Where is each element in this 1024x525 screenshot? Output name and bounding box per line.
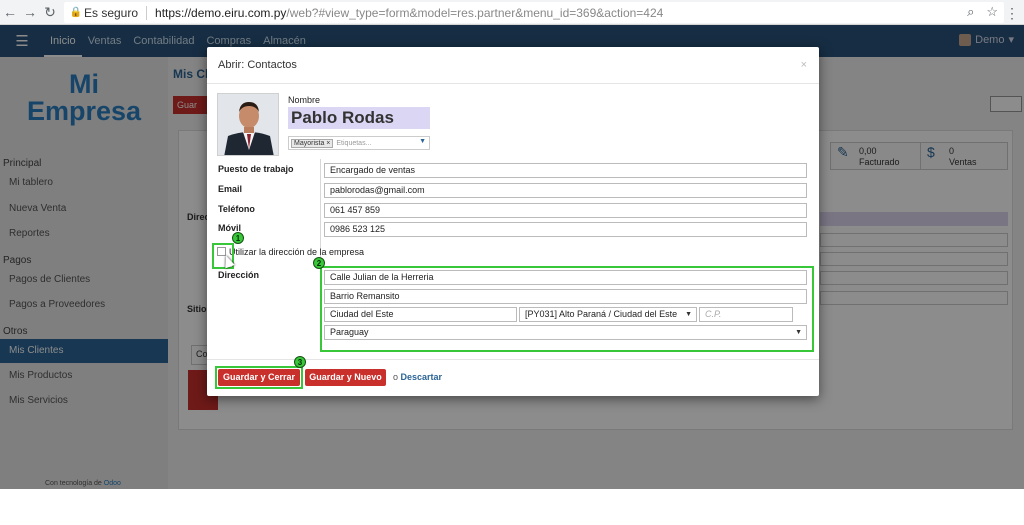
annotation-box-3: [215, 366, 303, 389]
dialog-title: Abrir: Contactos: [218, 59, 297, 71]
caret-down-icon: ▼: [685, 311, 692, 318]
reload-icon[interactable]: ↻: [40, 2, 60, 22]
name-label: Nombre: [288, 95, 321, 105]
caret-down-icon[interactable]: ▼: [419, 138, 426, 145]
name-input[interactable]: Pablo Rodas: [288, 107, 430, 129]
url-host: https://demo.eiru.com.py: [155, 5, 287, 20]
lock-icon: 🔒: [69, 7, 83, 18]
tag-mayorista: Mayorista ×: [291, 138, 334, 148]
zip-input[interactable]: C.P.: [699, 307, 793, 322]
secure-label: Es seguro: [84, 5, 139, 20]
use-company-address-label: Utilizar la dirección de la empresa: [229, 247, 365, 257]
tags-placeholder: Etiquetas...: [336, 139, 372, 147]
save-and-new-button[interactable]: Guardar y Nuevo: [305, 369, 386, 386]
browser-menu-icon[interactable]: ⋮: [1002, 3, 1022, 23]
back-icon[interactable]: ←: [0, 2, 20, 22]
annotation-badge-2: 2: [313, 257, 325, 269]
email-label: Email: [218, 184, 243, 194]
email-input[interactable]: pablorodas@gmail.com: [324, 183, 807, 198]
annotation-badge-1: 1: [232, 232, 244, 244]
caret-down-icon: ▼: [795, 329, 802, 336]
city-input[interactable]: Ciudad del Este: [324, 307, 517, 322]
mobile-input[interactable]: 0986 523 125: [324, 222, 807, 237]
phone-label: Teléfono: [218, 204, 255, 214]
address-bar[interactable]: 🔒 Es seguro https://demo.eiru.com.py/web…: [64, 2, 1004, 23]
url-path: /web?#view_type=form&model=res.partner&m…: [286, 5, 664, 20]
close-icon[interactable]: ×: [801, 59, 807, 71]
remove-tag-icon[interactable]: ×: [326, 140, 330, 147]
job-position-label: Puesto de trabajo: [218, 164, 294, 174]
forward-icon[interactable]: →: [20, 2, 40, 22]
person-photo-icon: [218, 94, 278, 155]
street-input[interactable]: Calle Julian de la Herreria: [324, 270, 807, 285]
phone-input[interactable]: 061 457 859: [324, 203, 807, 218]
street2-input[interactable]: Barrio Remansito: [324, 289, 807, 304]
state-select[interactable]: [PY031] Alto Paraná / Ciudad del Este ▼: [519, 307, 697, 322]
address-label: Dirección: [218, 270, 260, 280]
zoom-icon[interactable]: ⌕: [967, 4, 974, 20]
discard-link[interactable]: o Descartar: [393, 372, 442, 382]
tags-field[interactable]: Mayorista × Etiquetas... ▼: [288, 136, 430, 150]
job-position-input[interactable]: Encargado de ventas: [324, 163, 807, 178]
contact-dialog: Abrir: Contactos × Nombre Pablo Rodas Ma…: [207, 47, 819, 396]
annotation-badge-3: 3: [294, 356, 306, 368]
bookmark-star-icon[interactable]: ☆: [986, 4, 998, 20]
browser-toolbar: ← → ↻ 🔒 Es seguro https://demo.eiru.com.…: [0, 0, 1024, 25]
country-select[interactable]: Paraguay ▼: [324, 325, 807, 340]
contact-photo[interactable]: [217, 93, 279, 156]
